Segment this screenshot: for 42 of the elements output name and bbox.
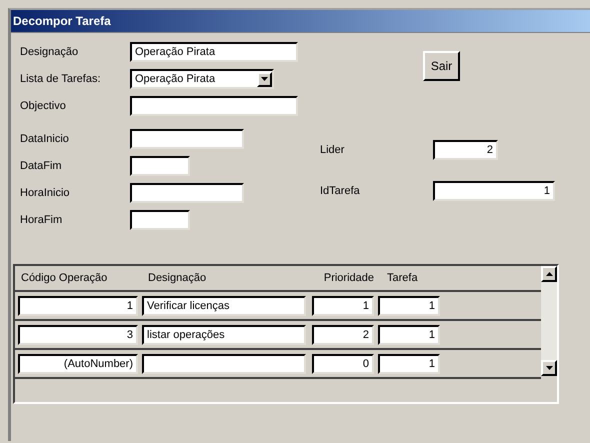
field-label: DataFim: [20, 160, 63, 172]
input-field[interactable]: 1: [433, 180, 555, 200]
scroll-up-button[interactable]: [541, 266, 557, 282]
table-cell[interactable]: (AutoNumber): [18, 354, 138, 374]
combo-box[interactable]: Operação Pirata: [130, 69, 274, 89]
column-header: Designação: [147, 272, 208, 284]
scroll-down-button[interactable]: [541, 360, 557, 376]
input-field[interactable]: Operação Pirata: [130, 42, 298, 62]
table-cell[interactable]: 2: [312, 324, 374, 344]
down-arrow-icon: [546, 366, 552, 370]
table-cell[interactable]: 1: [378, 296, 440, 316]
input-field[interactable]: [130, 210, 190, 230]
dropdown-button[interactable]: [257, 72, 272, 86]
table-cell[interactable]: 1: [378, 324, 440, 344]
caret-icon: [261, 77, 268, 81]
up-arrow-icon: [546, 272, 552, 276]
field-label: DataInicio: [20, 133, 70, 145]
table-cell[interactable]: 1: [312, 296, 374, 316]
input-field[interactable]: [130, 183, 244, 203]
table-cell[interactable]: 1: [18, 296, 138, 316]
table-cell[interactable]: 1: [378, 354, 440, 374]
table-cell[interactable]: [142, 354, 306, 374]
field-label: Lider: [320, 144, 346, 156]
field-label: Objectivo: [20, 100, 67, 112]
table-cell[interactable]: 3: [18, 324, 138, 344]
column-header: Tarefa: [386, 272, 419, 284]
field-label: Lista de Tarefas:: [20, 73, 102, 85]
field-label: HoraInicio: [20, 187, 71, 199]
field-label: IdTarefa: [320, 184, 361, 196]
table-cell[interactable]: Verificar licenças: [142, 296, 306, 316]
table-cell[interactable]: 0: [312, 354, 374, 374]
table-cell[interactable]: listar operações: [142, 324, 306, 344]
input-field[interactable]: [130, 96, 298, 116]
field-label: HoraFim: [20, 214, 64, 226]
input-field[interactable]: 2: [433, 140, 498, 160]
window-title: Decompor Tarefa: [11, 10, 590, 33]
exit-button[interactable]: Sair: [423, 51, 460, 81]
input-field[interactable]: [130, 129, 244, 149]
column-header: Prioridade: [322, 272, 375, 284]
input-field[interactable]: [130, 156, 190, 176]
field-label: Designação: [20, 46, 80, 58]
column-header: Código Operação: [20, 272, 108, 284]
